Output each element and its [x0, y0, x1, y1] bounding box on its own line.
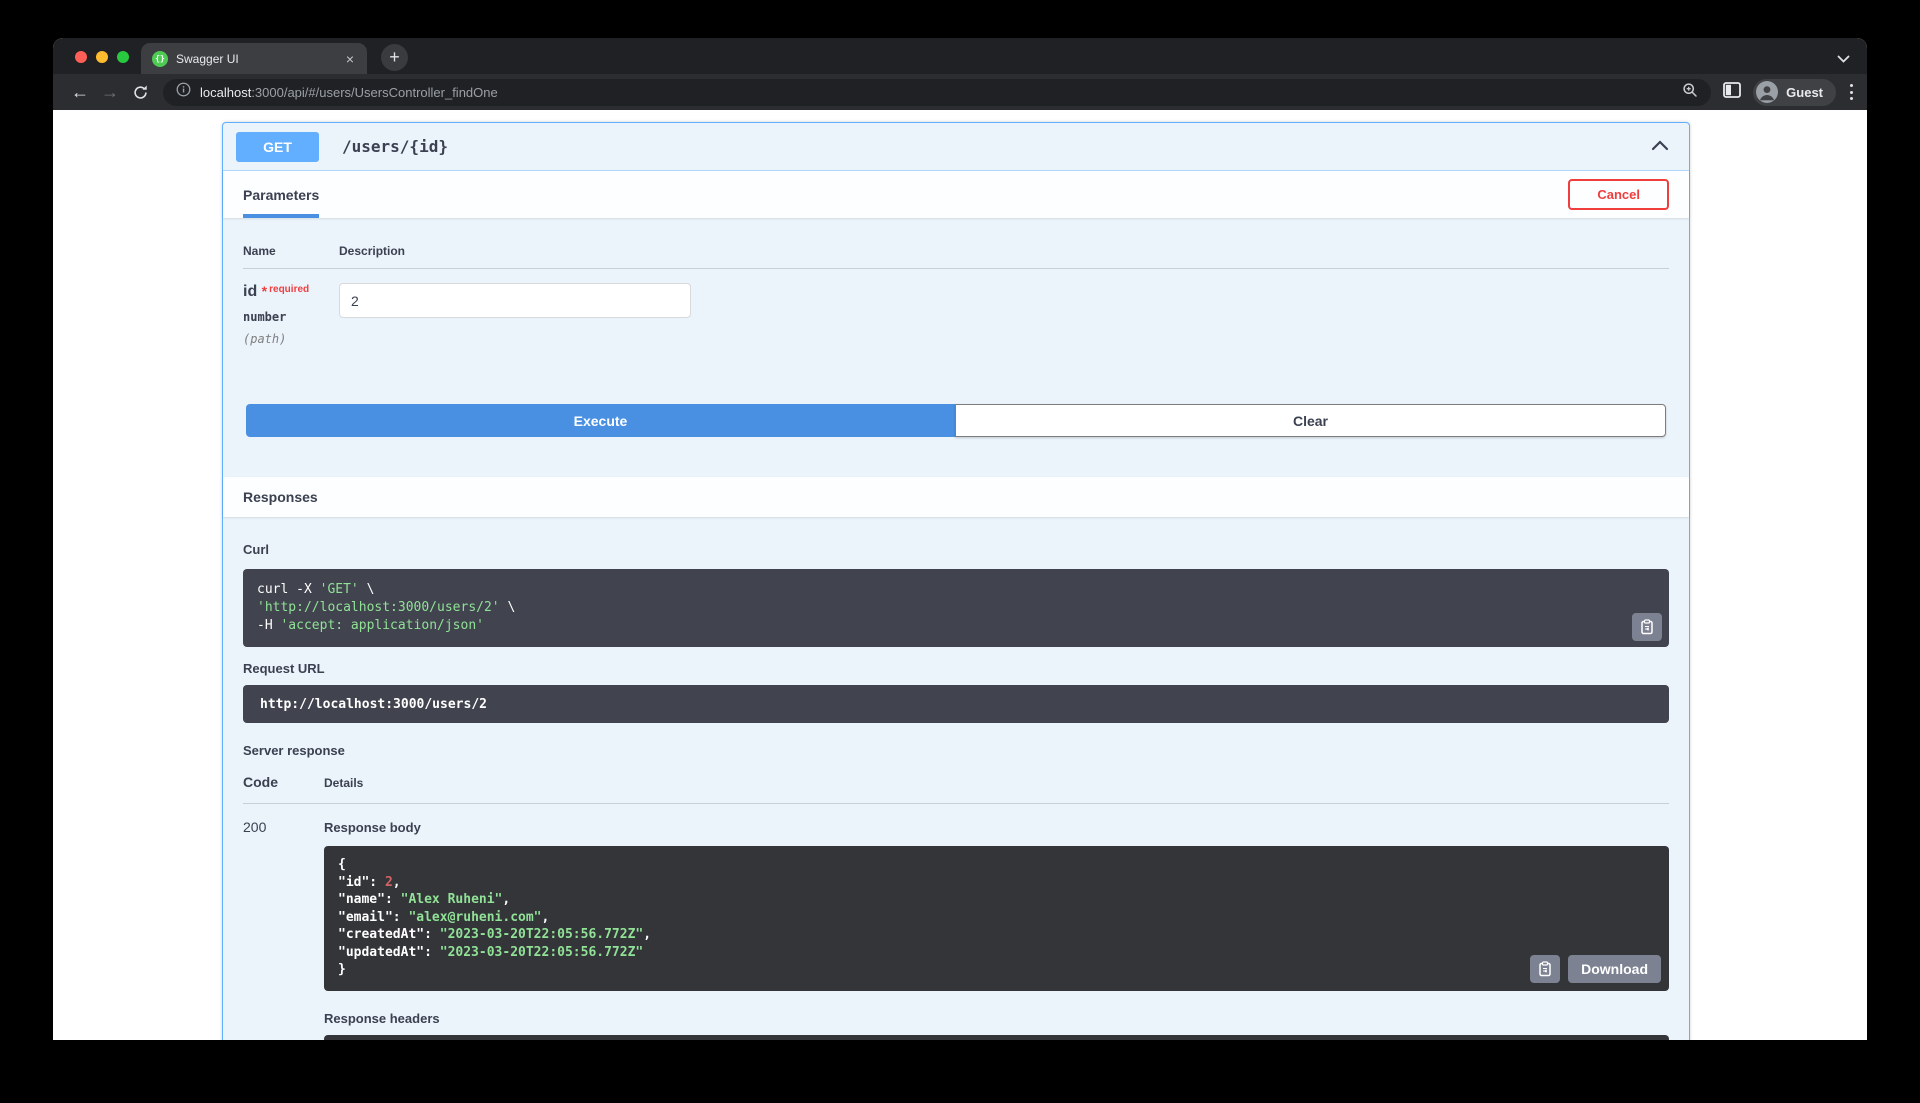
- info-icon[interactable]: [176, 82, 191, 102]
- browser-tab-swagger-ui[interactable]: {} Swagger UI ×: [141, 43, 367, 74]
- method-badge: GET: [236, 131, 319, 162]
- minimize-window-button[interactable]: [96, 51, 108, 63]
- parameter-row-id: id * required number (path): [243, 269, 1669, 346]
- parameters-section-header: Parameters Cancel: [223, 171, 1689, 218]
- required-label: required: [269, 284, 310, 295]
- curl-label: Curl: [243, 542, 269, 557]
- parameter-type: number: [243, 310, 287, 324]
- opblock-get-users-id: GET /users/{id} Parameters Cancel Name D…: [222, 122, 1690, 1040]
- response-headers-block: connection: keep-alivecontent-length: 13…: [324, 1034, 1669, 1040]
- url-text: localhost:3000/api/#/users/UsersControll…: [200, 84, 498, 100]
- code-column-header: Code: [243, 774, 278, 790]
- request-url-label: Request URL: [243, 661, 325, 676]
- chevron-down-icon[interactable]: [1837, 50, 1850, 68]
- copy-curl-button[interactable]: [1632, 613, 1662, 641]
- opblock-summary[interactable]: GET /users/{id}: [223, 123, 1689, 171]
- reload-icon[interactable]: [125, 84, 155, 101]
- tab-parameters[interactable]: Parameters: [243, 171, 320, 218]
- endpoint-path: /users/{id}: [342, 137, 448, 156]
- server-response-label: Server response: [243, 743, 345, 758]
- avatar-icon: [1756, 81, 1779, 103]
- clipboard-icon: [1539, 960, 1551, 976]
- back-icon[interactable]: ←: [65, 83, 95, 101]
- parameter-name: id * required: [243, 283, 310, 300]
- tab-close-icon[interactable]: ×: [344, 50, 356, 68]
- browser-menu-icon[interactable]: [1848, 81, 1855, 104]
- response-headers-label: Response headers: [324, 1010, 440, 1026]
- execute-row: Execute Clear: [243, 346, 1669, 477]
- tab-strip: {} Swagger UI × +: [53, 38, 1867, 74]
- zoom-icon[interactable]: [1682, 82, 1698, 103]
- response-row-200: 200 Response body { "id": 2, "name": "Al…: [243, 804, 1669, 1040]
- close-window-button[interactable]: [75, 51, 87, 63]
- parameters-body: Name Description id * required number (pa…: [223, 218, 1689, 477]
- side-panel-icon[interactable]: [1723, 81, 1742, 103]
- curl-command-block: curl -X 'GET' \ 'http://localhost:3000/u…: [243, 569, 1669, 647]
- response-body-block: { "id": 2, "name": "Alex Ruheni", "email…: [324, 846, 1669, 991]
- cancel-button[interactable]: Cancel: [1568, 179, 1669, 210]
- forward-icon[interactable]: →: [95, 83, 125, 101]
- request-url-value: http://localhost:3000/users/2: [243, 685, 1669, 723]
- execute-button[interactable]: Execute: [246, 404, 955, 437]
- clipboard-icon: [1641, 619, 1653, 635]
- copy-response-button[interactable]: [1530, 954, 1561, 983]
- toolbar-right-cluster: Guest: [1723, 78, 1855, 106]
- browser-window: {} Swagger UI × + ← → localhost:3000/api…: [53, 38, 1867, 1040]
- responses-title: Responses: [243, 489, 318, 505]
- traffic-lights: [75, 51, 129, 63]
- download-button[interactable]: Download: [1568, 954, 1661, 983]
- name-column-header: Name: [243, 244, 276, 258]
- clear-button[interactable]: Clear: [955, 404, 1666, 437]
- required-star: *: [261, 283, 268, 299]
- details-column-header: Details: [324, 776, 364, 790]
- id-parameter-input[interactable]: [339, 283, 691, 318]
- profile-chip[interactable]: Guest: [1753, 78, 1836, 106]
- responses-body: Curl curl -X 'GET' \ 'http://localhost:3…: [223, 517, 1689, 1040]
- status-code: 200: [243, 819, 267, 835]
- browser-toolbar: ← → localhost:3000/api/#/users/UsersCont…: [53, 74, 1867, 110]
- maximize-window-button[interactable]: [117, 51, 129, 63]
- responses-section-header: Responses: [223, 477, 1689, 517]
- chevron-up-icon[interactable]: [1651, 138, 1669, 156]
- new-tab-button[interactable]: +: [381, 44, 408, 71]
- tab-title: Swagger UI: [176, 51, 239, 66]
- profile-label: Guest: [1786, 84, 1823, 100]
- description-column-header: Description: [339, 244, 406, 258]
- swagger-favicon-icon: {}: [152, 50, 168, 67]
- parameter-location: (path): [243, 332, 287, 346]
- page-content: GET /users/{id} Parameters Cancel Name D…: [53, 110, 1867, 1040]
- response-body-label: Response body: [324, 820, 421, 835]
- url-bar[interactable]: localhost:3000/api/#/users/UsersControll…: [163, 78, 1712, 106]
